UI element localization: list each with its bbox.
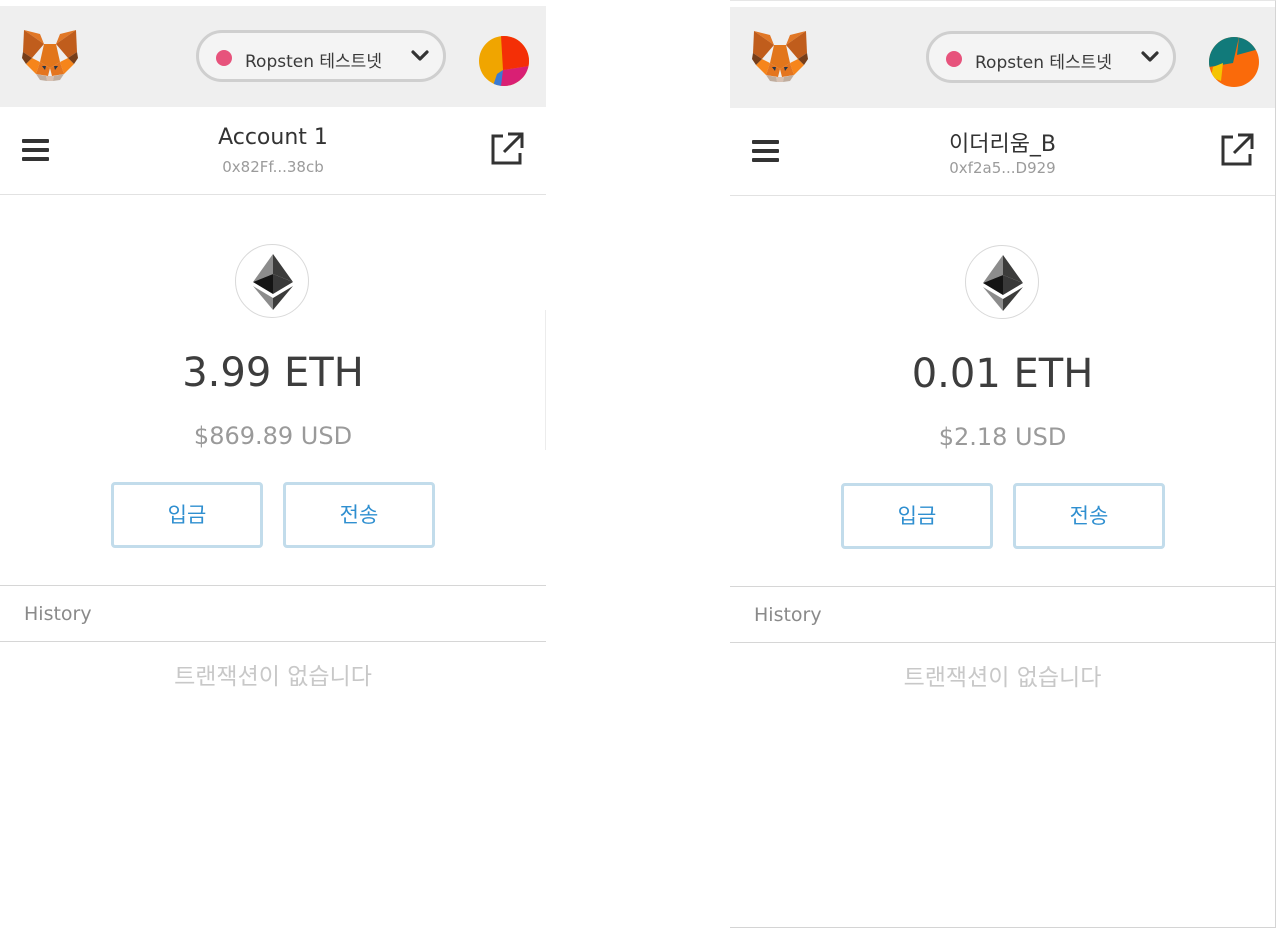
account-name[interactable]: Account 1: [0, 125, 546, 150]
external-link-icon[interactable]: [1219, 132, 1255, 168]
account-name[interactable]: 이더리움_B: [730, 126, 1275, 158]
account-address[interactable]: 0xf2a5...D929: [730, 159, 1275, 177]
account-bar: Account 1 0x82Ff...38cb: [0, 107, 546, 195]
network-label: Ropsten 테스트넷: [975, 53, 1112, 73]
network-status-dot: [216, 50, 232, 66]
external-link-icon[interactable]: [489, 131, 525, 167]
empty-transactions-message: 트랜잭션이 없습니다: [174, 664, 372, 690]
eth-balance: 3.99 ETH: [182, 350, 364, 396]
fiat-balance: $869.89 USD: [193, 422, 353, 450]
metamask-fox-icon[interactable]: [20, 28, 80, 84]
history-header: History: [0, 585, 546, 642]
history-label: History: [754, 604, 822, 626]
network-selector[interactable]: Ropsten 테스트넷: [926, 31, 1176, 83]
history-label: History: [24, 603, 92, 625]
divider: [545, 310, 546, 450]
ethereum-icon: [235, 244, 309, 318]
account-address[interactable]: 0x82Ff...38cb: [0, 158, 546, 176]
network-status-dot: [946, 51, 962, 67]
deposit-button[interactable]: 입금: [111, 482, 263, 548]
account-bar: 이더리움_B 0xf2a5...D929: [730, 108, 1275, 196]
wallet-panel-left: Ropsten 테스트넷 Account 1 0x82Ff...38cb 3.9…: [0, 0, 546, 928]
app-header: Ropsten 테스트넷: [0, 6, 546, 107]
metamask-fox-icon[interactable]: [750, 29, 810, 85]
send-button[interactable]: 전송: [283, 482, 435, 548]
network-label: Ropsten 테스트넷: [245, 52, 382, 72]
fiat-balance: $2.18 USD: [938, 423, 1067, 451]
account-avatar[interactable]: [1209, 37, 1259, 87]
eth-balance: 0.01 ETH: [911, 351, 1094, 397]
send-button[interactable]: 전송: [1013, 483, 1165, 549]
deposit-button[interactable]: 입금: [841, 483, 993, 549]
wallet-panel-right: Ropsten 테스트넷 이더리움_B 0xf2a5...D929 0.01 E…: [730, 0, 1276, 928]
empty-transactions-message: 트랜잭션이 없습니다: [903, 665, 1102, 691]
network-selector[interactable]: Ropsten 테스트넷: [196, 30, 446, 82]
history-header: History: [730, 586, 1275, 643]
app-header: Ropsten 테스트넷: [730, 7, 1275, 108]
account-avatar[interactable]: [479, 36, 529, 86]
chevron-down-icon: [1141, 51, 1159, 62]
chevron-down-icon: [411, 50, 429, 61]
ethereum-icon: [965, 245, 1039, 319]
